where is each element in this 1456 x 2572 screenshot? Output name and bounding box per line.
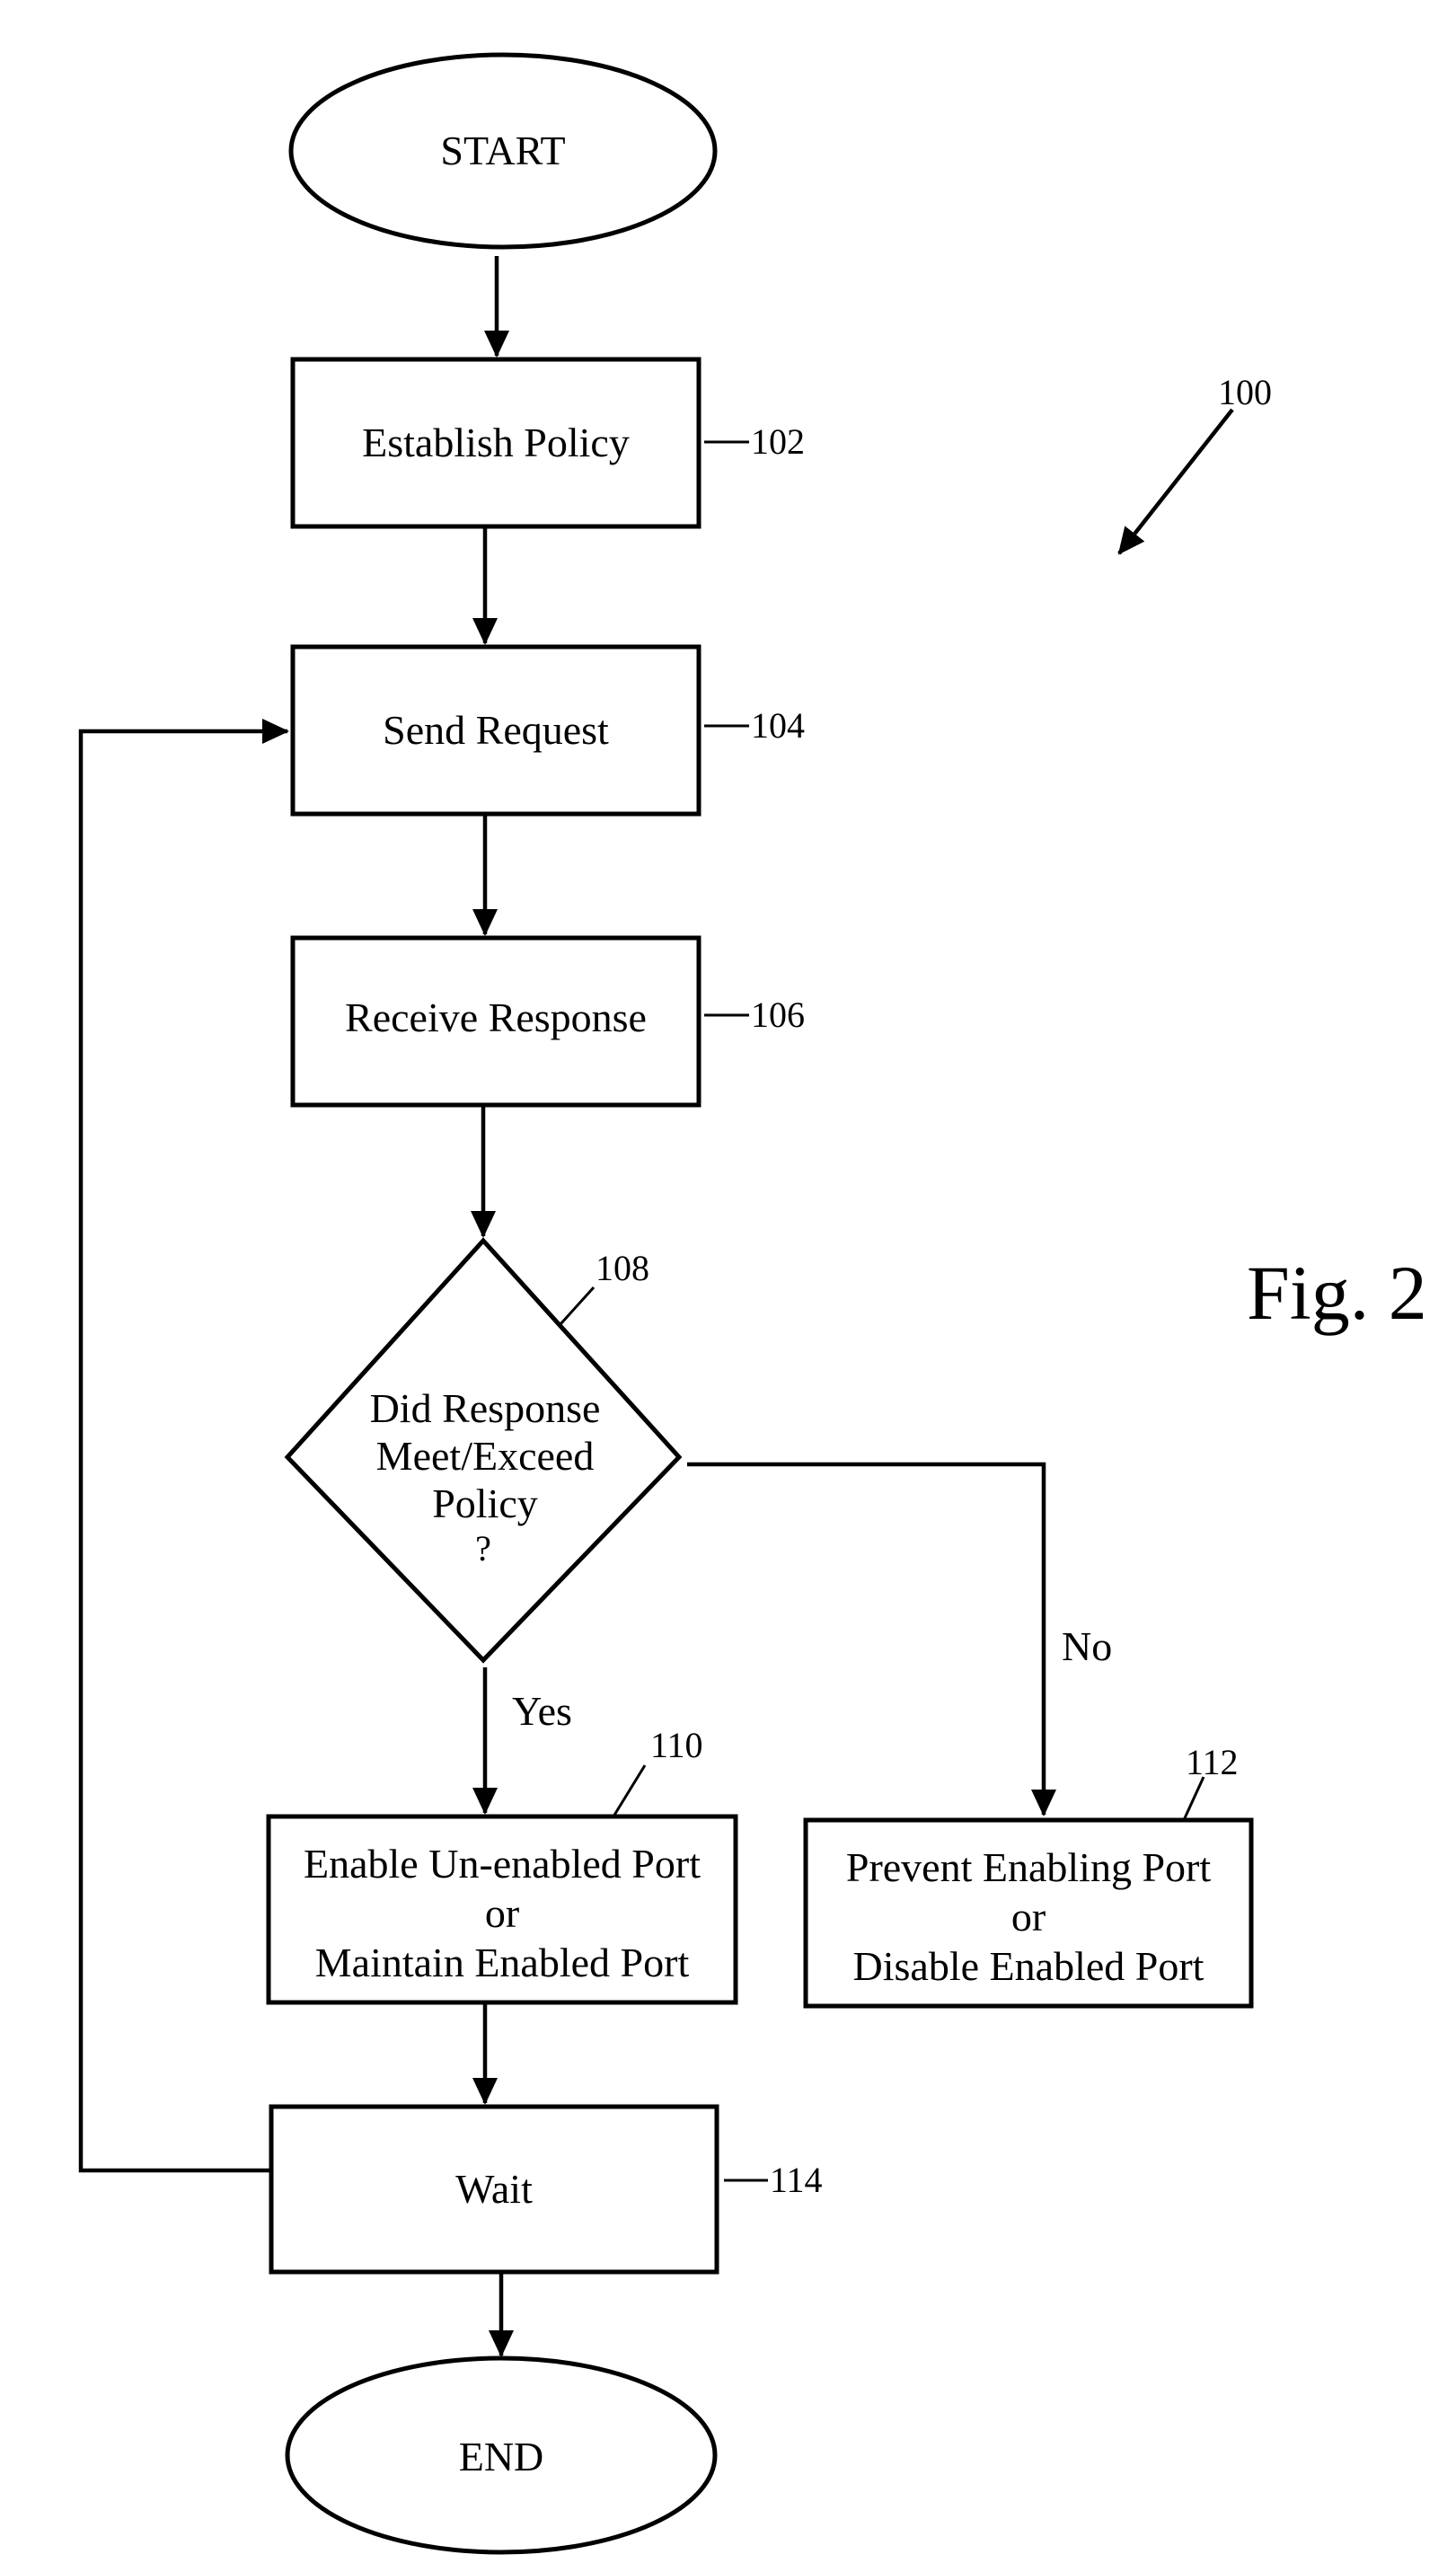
arrow-no-branch: [687, 1462, 1056, 1816]
start-terminal: START: [288, 52, 718, 250]
step-enable-port: Enable Un-enabled Port or Maintain Enabl…: [266, 1725, 738, 2005]
ref-100: 100: [1218, 372, 1272, 412]
ref-100-arrow: [1117, 408, 1234, 555]
ref-110: 110: [650, 1725, 703, 1765]
step-receive-response: Receive Response 106: [290, 935, 805, 1108]
decision-policy-check: Did Response Meet/Exceed Policy ? 108: [284, 1237, 683, 1664]
ref-102: 102: [751, 421, 805, 462]
ref-108: 108: [596, 1248, 649, 1288]
no-branch-label: No: [1062, 1623, 1112, 1669]
start-label: START: [440, 128, 565, 173]
step-wait: Wait 114: [269, 2104, 823, 2275]
figure-title: Fig. 2: [1247, 1250, 1427, 1336]
establish-policy-label: Establish Policy: [362, 420, 630, 465]
prevent-port-line-2: or: [1011, 1894, 1046, 1940]
step-establish-policy: Establish Policy 102: [290, 357, 805, 529]
prevent-port-line-3: Disable Enabled Port: [853, 1943, 1205, 1989]
enable-port-line-1: Enable Un-enabled Port: [304, 1841, 701, 1887]
decision-line-1: Did Response: [370, 1385, 601, 1431]
ref-112-leader: [1182, 1776, 1205, 1821]
end-terminal: END: [285, 2355, 718, 2555]
ref-104: 104: [751, 705, 805, 746]
ref-108-leader: [559, 1286, 596, 1326]
step-send-request: Send Request 104: [290, 644, 805, 817]
end-label: END: [459, 2434, 544, 2479]
step-prevent-port: Prevent Enabling Port or Disable Enabled…: [803, 1742, 1254, 2009]
send-request-label: Send Request: [383, 707, 609, 753]
wait-label: Wait: [455, 2166, 533, 2212]
enable-port-line-2: or: [485, 1890, 519, 1936]
decision-line-4: ?: [475, 1528, 491, 1569]
ref-112: 112: [1186, 1742, 1239, 1782]
decision-line-2: Meet/Exceed: [376, 1433, 595, 1479]
prevent-port-line-1: Prevent Enabling Port: [846, 1844, 1211, 1890]
ref-114: 114: [770, 2160, 823, 2200]
ref-110-leader: [612, 1764, 647, 1817]
decision-line-3: Policy: [432, 1480, 538, 1526]
yes-branch-label: Yes: [512, 1688, 572, 1734]
flowchart: START Establish Policy 102 Send Request …: [78, 52, 1427, 2555]
arrow-loop-back-to-send: [78, 719, 289, 2173]
receive-response-label: Receive Response: [345, 994, 647, 1040]
ref-106: 106: [751, 994, 805, 1035]
enable-port-line-3: Maintain Enabled Port: [315, 1940, 690, 1985]
